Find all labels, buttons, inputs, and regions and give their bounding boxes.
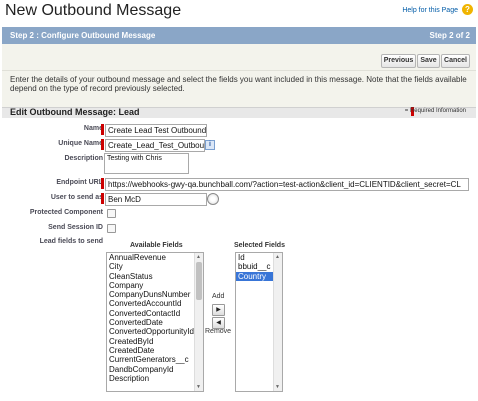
instructions-text: Enter the details of your outbound messa… (10, 75, 467, 93)
list-item[interactable]: City (107, 262, 195, 271)
scroll-down-icon[interactable]: ▼ (196, 384, 201, 390)
endpoint-url-label: Endpoint URL (56, 179, 103, 186)
list-item[interactable]: Company (107, 281, 195, 290)
list-item[interactable]: Country (236, 271, 274, 281)
required-marker (101, 139, 104, 150)
list-item[interactable]: CompanyDunsNumber (107, 290, 195, 299)
lead-fields-label: Lead fields to send (39, 238, 103, 245)
scrollbar[interactable]: ▲ ▼ (194, 253, 203, 391)
list-item[interactable]: ConvertedOpportunityId (107, 327, 195, 336)
info-icon[interactable]: i (205, 140, 215, 150)
help-icon[interactable]: ? (462, 4, 473, 15)
list-item[interactable]: AnnualRevenue (107, 253, 195, 262)
unique-name-input[interactable]: Create_Lead_Test_Outboun (105, 139, 205, 152)
add-label: Add (212, 293, 225, 300)
step-title: Step 2 : Configure Outbound Message (10, 31, 156, 40)
unique-name-label: Unique Name (58, 140, 103, 147)
send-session-id-checkbox[interactable] (107, 224, 116, 233)
scroll-thumb[interactable] (196, 262, 202, 300)
required-marker (101, 193, 104, 204)
add-arrow-button[interactable]: ▶ (212, 304, 225, 316)
protected-component-checkbox[interactable] (107, 209, 116, 218)
selected-fields-list[interactable]: Id bbuid__c Country ▲ ▼ (235, 252, 283, 392)
required-marker (101, 178, 104, 189)
list-item[interactable]: CurrentGenerators__c (107, 355, 195, 364)
list-item[interactable]: ConvertedAccountId (107, 299, 195, 308)
list-item[interactable]: Description (107, 374, 195, 383)
list-item[interactable]: bbuid__c (236, 262, 274, 271)
remove-label: Remove (205, 328, 232, 335)
endpoint-url-input[interactable]: https://webhooks-gwy-qa.bunchball.com/?a… (105, 178, 469, 191)
list-item[interactable]: CleanStatus (107, 272, 195, 281)
page-title: New Outbound Message (5, 2, 182, 19)
list-item[interactable]: DandbCompanyId (107, 365, 195, 374)
scroll-up-icon[interactable]: ▲ (275, 254, 280, 260)
save-button[interactable]: Save (417, 54, 440, 68)
description-label: Description (64, 155, 103, 162)
cancel-button[interactable]: Cancel (441, 54, 470, 68)
description-textarea[interactable]: Testing with Chris (104, 153, 189, 174)
lookup-icon[interactable] (207, 193, 219, 205)
selected-fields-heading: Selected Fields (234, 242, 285, 249)
list-item[interactable]: Id (236, 253, 274, 262)
section-header: Edit Outbound Message: Lead = Required I… (2, 107, 476, 118)
section-title: Edit Outbound Message: Lead (10, 107, 140, 117)
step-count: Step 2 of 2 (429, 31, 470, 40)
available-fields-heading: Available Fields (130, 242, 183, 249)
help-link[interactable]: Help for this Page (402, 7, 458, 14)
list-item[interactable]: ConvertedContactId (107, 309, 195, 318)
list-item[interactable]: CreatedById (107, 337, 195, 346)
protected-component-label: Protected Component (29, 209, 103, 216)
previous-button[interactable]: Previous (381, 54, 416, 68)
user-input[interactable]: Ben McD (105, 193, 207, 206)
scroll-down-icon[interactable]: ▼ (275, 384, 280, 390)
scroll-up-icon[interactable]: ▲ (196, 254, 201, 260)
step-header: Step 2 : Configure Outbound Message Step… (2, 27, 476, 44)
list-item[interactable]: ConvertedDate (107, 318, 195, 327)
divider (2, 70, 476, 71)
send-session-id-label: Send Session ID (48, 224, 103, 231)
scrollbar[interactable]: ▲ ▼ (273, 253, 282, 391)
user-to-send-as-label: User to send as (50, 194, 103, 201)
required-marker (101, 124, 104, 135)
required-info-label: = Required Information (404, 108, 466, 114)
available-fields-list[interactable]: AnnualRevenue City CleanStatus Company Compa… (106, 252, 204, 392)
list-item[interactable]: CreatedDate (107, 346, 195, 355)
name-input[interactable]: Create Lead Test Outbound (105, 124, 207, 137)
